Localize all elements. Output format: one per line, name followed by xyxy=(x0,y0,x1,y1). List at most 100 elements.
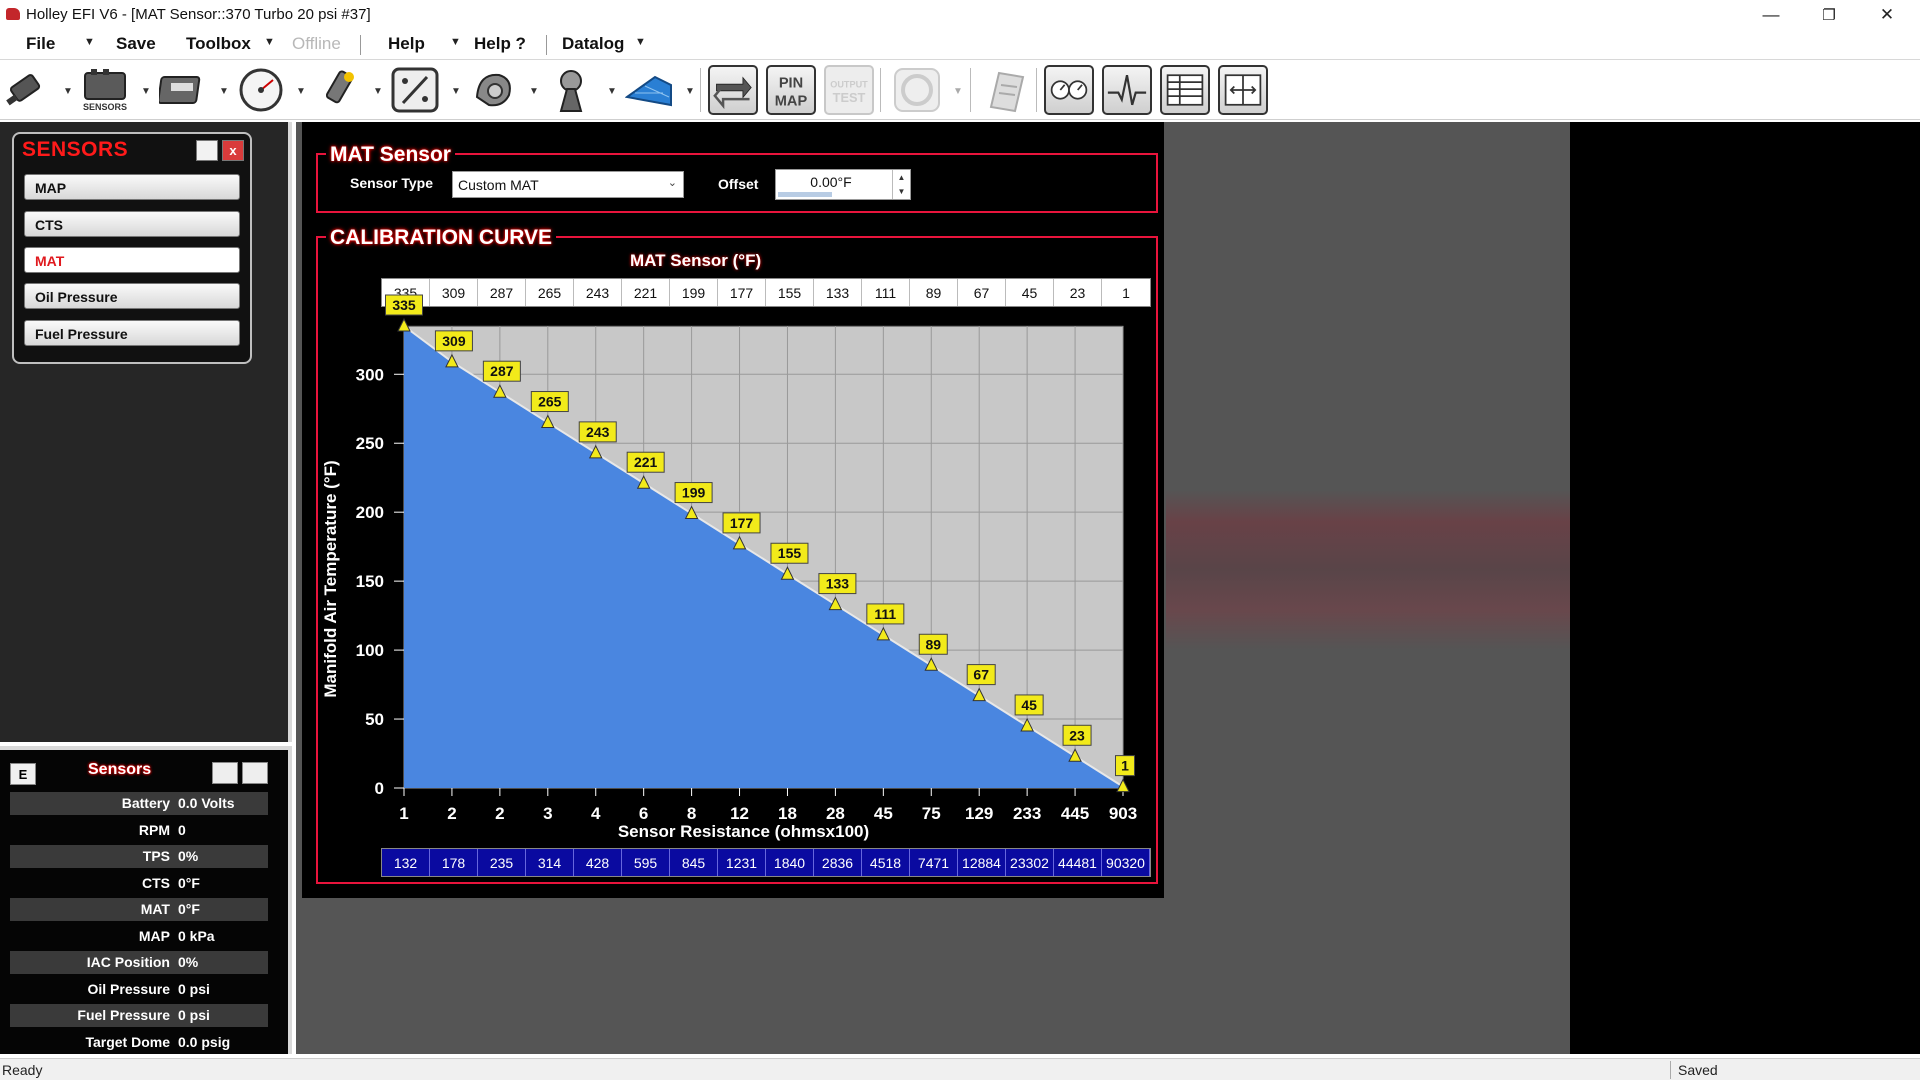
launch-icon[interactable] xyxy=(546,66,596,114)
sensor-item-fuel-pressure[interactable]: Fuel Pressure xyxy=(24,320,240,346)
offset-field[interactable]: 0.00°F ▲ ▼ xyxy=(775,169,911,200)
offset-spinner[interactable]: ▲ ▼ xyxy=(892,170,910,199)
offset-value[interactable]: 0.00°F xyxy=(776,174,886,190)
mat-sensor-group-title: MAT Sensor xyxy=(326,143,455,167)
menu-toolbox[interactable]: Toolbox xyxy=(186,34,251,54)
temperature-cell[interactable]: 199 xyxy=(670,279,718,306)
dual-gauge-icon[interactable] xyxy=(1044,65,1094,115)
turbo-dropdown-icon[interactable]: ▼ xyxy=(529,86,539,97)
x-tick-label: 12 xyxy=(730,804,749,823)
gauge-dropdown-icon[interactable]: ▼ xyxy=(296,86,306,97)
x-tick-label: 1 xyxy=(399,804,408,823)
resistance-cell[interactable]: 595 xyxy=(622,849,670,876)
datastream-value: 0 kPa xyxy=(178,927,215,944)
svg-text:OUTPUT: OUTPUT xyxy=(830,79,868,89)
injector-dropdown-icon[interactable]: ▼ xyxy=(63,86,73,97)
percent-dropdown-icon[interactable]: ▼ xyxy=(451,86,461,97)
point-label: 287 xyxy=(490,363,514,379)
point-label: 89 xyxy=(925,636,941,652)
resistance-cell[interactable]: 845 xyxy=(670,849,718,876)
menu-help-question[interactable]: Help ? xyxy=(474,34,526,54)
turbo-icon[interactable] xyxy=(468,66,518,114)
resistance-cell[interactable]: 7471 xyxy=(910,849,958,876)
temperature-cell[interactable]: 221 xyxy=(622,279,670,306)
toolbox-dropdown-icon[interactable]: ▼ xyxy=(264,36,275,48)
percent-icon[interactable] xyxy=(390,66,440,114)
menu-help[interactable]: Help xyxy=(388,34,425,54)
injector-icon[interactable] xyxy=(2,66,52,114)
y-tick-label: 150 xyxy=(356,572,384,591)
ecu-icon[interactable] xyxy=(158,66,208,114)
temperature-cell[interactable]: 243 xyxy=(574,279,622,306)
split-view-icon[interactable] xyxy=(1218,65,1268,115)
datalog-wave-icon[interactable] xyxy=(1102,65,1152,115)
menu-file[interactable]: File xyxy=(26,34,55,54)
sensor-item-cts[interactable]: CTS xyxy=(24,211,240,237)
ignition-icon[interactable] xyxy=(312,66,362,114)
table-3d-dropdown-icon[interactable]: ▼ xyxy=(685,86,695,97)
temperature-cell[interactable]: 1 xyxy=(1102,279,1150,306)
temperature-cell[interactable]: 111 xyxy=(862,279,910,306)
resistance-cell[interactable]: 235 xyxy=(478,849,526,876)
resistance-cell[interactable]: 4518 xyxy=(862,849,910,876)
sensor-item-mat[interactable]: MAT xyxy=(24,247,240,273)
sensors-panel-close-button[interactable]: x xyxy=(222,140,244,161)
datastream-e-button[interactable]: E xyxy=(10,763,36,785)
help-dropdown-icon[interactable]: ▼ xyxy=(450,36,461,48)
minimize-button[interactable]: — xyxy=(1742,0,1800,29)
sensor-item-map[interactable]: MAP xyxy=(24,174,240,200)
temperature-cell[interactable]: 155 xyxy=(766,279,814,306)
resistance-cell[interactable]: 90320 xyxy=(1102,849,1150,876)
pin-map-icon[interactable]: PIN MAP xyxy=(766,65,816,115)
datastream-restore-button[interactable] xyxy=(212,762,238,784)
sensor-type-select[interactable]: Custom MAT ⌄ xyxy=(452,171,684,198)
temperature-cell[interactable]: 287 xyxy=(478,279,526,306)
datastream-label: CTS xyxy=(142,874,170,891)
datastream-close-button[interactable] xyxy=(242,762,268,784)
transfer-icon[interactable] xyxy=(708,65,758,115)
datalog-dropdown-icon[interactable]: ▼ xyxy=(635,36,646,48)
point-label: 177 xyxy=(730,515,754,531)
close-window-button[interactable]: ✕ xyxy=(1858,0,1916,29)
resistance-cell[interactable]: 132 xyxy=(382,849,430,876)
temperature-cell[interactable]: 67 xyxy=(958,279,1006,306)
resistance-cell[interactable]: 1840 xyxy=(766,849,814,876)
y-tick-label: 250 xyxy=(356,434,384,453)
temperature-cell[interactable]: 45 xyxy=(1006,279,1054,306)
temperature-cell[interactable]: 133 xyxy=(814,279,862,306)
spin-down-icon[interactable]: ▼ xyxy=(893,184,910,198)
table-grid-icon[interactable] xyxy=(1160,65,1210,115)
resistance-cell[interactable]: 428 xyxy=(574,849,622,876)
resistance-cell[interactable]: 178 xyxy=(430,849,478,876)
resistance-cell[interactable]: 2836 xyxy=(814,849,862,876)
sensor-item-oil-pressure[interactable]: Oil Pressure xyxy=(24,283,240,309)
title-bar: Holley EFI V6 - [MAT Sensor::370 Turbo 2… xyxy=(0,0,1920,29)
output-test-icon: OUTPUT TEST xyxy=(824,65,874,115)
temperature-cell[interactable]: 177 xyxy=(718,279,766,306)
resistance-cell[interactable]: 314 xyxy=(526,849,574,876)
sensors-panel-restore-button[interactable] xyxy=(196,140,218,161)
menu-datalog[interactable]: Datalog xyxy=(562,34,624,54)
sensors-dropdown-icon[interactable]: ▼ xyxy=(141,86,151,97)
ecu-dropdown-icon[interactable]: ▼ xyxy=(219,86,229,97)
resistance-cell[interactable]: 23302 xyxy=(1006,849,1054,876)
y-tick-label: 0 xyxy=(375,779,384,798)
datastream-row: RPM 0 xyxy=(10,819,268,842)
temperature-cell[interactable]: 89 xyxy=(910,279,958,306)
spin-up-icon[interactable]: ▲ xyxy=(893,170,910,184)
restore-button[interactable]: ❐ xyxy=(1800,0,1858,29)
menu-save[interactable]: Save xyxy=(116,34,156,54)
gauge-icon[interactable] xyxy=(236,66,286,114)
file-dropdown-icon[interactable]: ▼ xyxy=(84,36,95,48)
ignition-dropdown-icon[interactable]: ▼ xyxy=(373,86,383,97)
temperature-cell[interactable]: 309 xyxy=(430,279,478,306)
temperature-cell[interactable]: 23 xyxy=(1054,279,1102,306)
table-3d-icon[interactable] xyxy=(624,66,674,114)
launch-dropdown-icon[interactable]: ▼ xyxy=(607,86,617,97)
sensors-icon[interactable]: SENSORS xyxy=(80,66,130,114)
temperature-cell[interactable]: 265 xyxy=(526,279,574,306)
resistance-cell[interactable]: 1231 xyxy=(718,849,766,876)
resistance-cell[interactable]: 12884 xyxy=(958,849,1006,876)
resistance-cell[interactable]: 44481 xyxy=(1054,849,1102,876)
chevron-down-icon[interactable]: ⌄ xyxy=(668,176,677,189)
